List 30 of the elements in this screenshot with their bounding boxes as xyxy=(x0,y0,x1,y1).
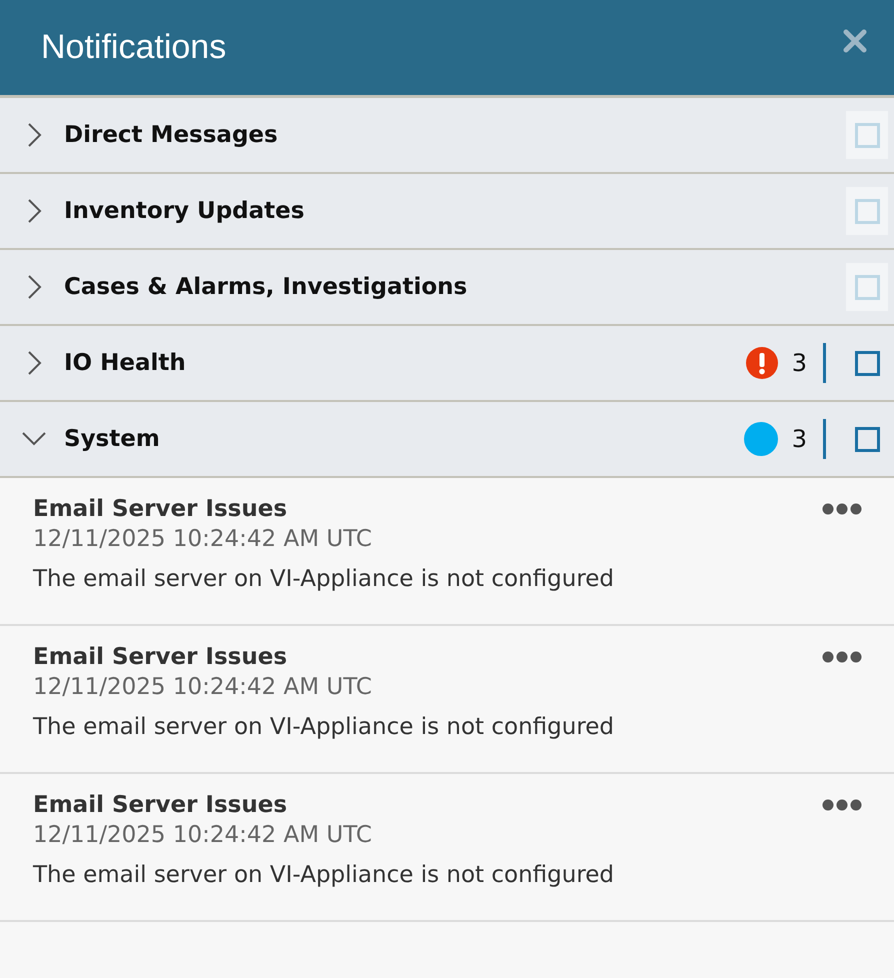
close-icon[interactable] xyxy=(843,28,867,52)
category-label: IO Health xyxy=(64,350,187,376)
category-label: System xyxy=(64,426,161,452)
notification-message: The email server on VI-Appliance is not configured xyxy=(33,862,616,888)
more-icon[interactable] xyxy=(822,651,862,663)
checkbox[interactable] xyxy=(854,350,880,376)
category-row[interactable]: System 3 xyxy=(0,402,894,478)
panel-title: Notifications xyxy=(41,28,226,67)
count-label: 3 xyxy=(792,425,807,453)
chevron-right-icon xyxy=(28,275,42,299)
notification-time: 12/11/2025 10:24:42 AM UTC xyxy=(33,822,373,848)
category-label: Direct Messages xyxy=(64,122,279,148)
checkbox[interactable] xyxy=(854,426,880,452)
chevron-right-icon xyxy=(28,351,42,375)
category-label: Cases & Alarms, Investigations xyxy=(64,274,468,300)
notification-time: 12/11/2025 10:24:42 AM UTC xyxy=(33,674,373,700)
more-icon[interactable] xyxy=(822,503,862,515)
category-label: Inventory Updates xyxy=(64,198,306,224)
notification-message: The email server on VI-Appliance is not configured xyxy=(33,566,616,592)
count-label: 3 xyxy=(792,349,807,377)
notification-message: The email server on VI-Appliance is not configured xyxy=(33,714,616,740)
category-row[interactable]: IO Health 3 xyxy=(0,326,894,402)
notification-title: Email Server Issues xyxy=(33,644,288,670)
notification-time: 12/11/2025 10:24:42 AM UTC xyxy=(33,526,373,552)
chevron-right-icon xyxy=(28,199,42,223)
more-icon[interactable] xyxy=(822,799,862,811)
chevron-right-icon xyxy=(28,123,42,147)
notification-title: Email Server Issues xyxy=(33,496,288,522)
notification-title: Email Server Issues xyxy=(33,792,288,818)
chevron-down-icon xyxy=(22,432,46,446)
